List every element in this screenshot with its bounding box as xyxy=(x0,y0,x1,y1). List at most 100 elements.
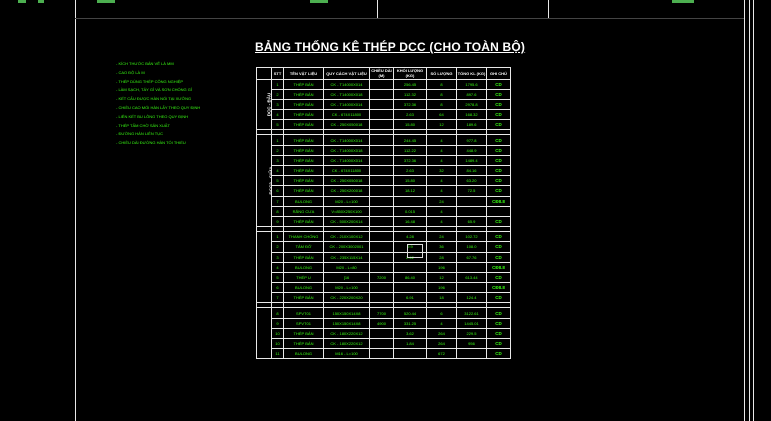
table-row: 4 THÉP BẢN CK - 674X11800 2.63 64 168.32 CD xyxy=(257,109,511,121)
table-cell: 67.76 xyxy=(456,251,487,263)
header-cell: CHIỀU DÀI (M) xyxy=(369,67,394,80)
table-row: 10 THÉP BẢN CK - 180X220X12 3.62 264 229.5 CD xyxy=(257,327,511,340)
table-cell xyxy=(369,195,394,207)
table-cell xyxy=(393,282,427,294)
table-cell: 331.25 xyxy=(393,317,427,329)
table-cell xyxy=(369,109,394,121)
table-cell: 18 xyxy=(426,292,457,304)
table-cell: 63.20 xyxy=(456,175,487,187)
table-cell: 8 xyxy=(271,307,284,319)
group-label: NẸP & LIÊN KẾT xyxy=(256,307,272,360)
table-cell: 28 xyxy=(426,251,457,263)
table-cell: 189.6 xyxy=(456,119,487,131)
table-cell: THÉP BẢN xyxy=(283,164,324,177)
table-cell: THÉP BẢN xyxy=(283,109,324,121)
table-cell: 448.9 xyxy=(456,144,487,156)
table-cell: CD xyxy=(486,144,511,156)
ruler-tick xyxy=(97,0,115,3)
table-cell: CK - 674X11800 xyxy=(323,109,370,121)
table-row: 3 THÉP BẢN CK - T14000X014 372.36 4 1489.4 CD xyxy=(257,154,511,167)
table-cell: 6 xyxy=(271,185,284,197)
table-cell: 15.80 xyxy=(393,119,427,131)
table-cell: CD xyxy=(486,292,511,304)
table-cell: 4 xyxy=(271,261,284,273)
table-cell: 1 xyxy=(271,78,284,90)
table-cell: 4 xyxy=(426,215,457,228)
table-cell xyxy=(456,282,487,294)
table-cell: 86.40 xyxy=(393,271,427,284)
header-cell: SỐ LƯỢNG xyxy=(426,67,457,80)
table-row: 6 BULONG M20 - L=100 196 CĐ8.8 xyxy=(257,282,511,294)
note-line: - KẾT CẤU ĐƯỢC HÀN NỐI TẠI XƯỞNG xyxy=(116,96,192,102)
table-cell: CK - T14000X014 xyxy=(323,98,370,111)
table-cell: 3.62 xyxy=(393,327,427,340)
drawing-title: BẢNG THỐNG KÊ THÉP DCC (CHO TOÀN BỘ) xyxy=(255,40,526,54)
general-notes: - KÍCH THƯỚC BẢN VẼ LÀ MM - CAO ĐỘ LÀ M - … xyxy=(116,60,236,148)
table-cell: 11 xyxy=(271,348,284,360)
table-cell: CD xyxy=(486,327,511,340)
table-cell: 24 xyxy=(426,195,457,207)
table-cell: 7 xyxy=(271,195,284,207)
table-cell: 10 xyxy=(271,327,284,340)
table-cell: 4 xyxy=(426,205,457,217)
table-cell: CK - 500X200X14 xyxy=(323,215,370,228)
table-cell: CD xyxy=(486,164,511,177)
table-cell: THÉP BẢN xyxy=(283,134,324,146)
table-cell: 2 xyxy=(271,88,284,100)
table-row: 10 THÉP BẢN CK - 180X220X12 1.84 264 956 CD xyxy=(257,337,511,350)
table-cell: 956 xyxy=(456,337,487,350)
table-cell: 372.36 xyxy=(393,154,427,167)
table-cell: CD xyxy=(486,307,511,319)
group-label: DCC2 - GIỮA xyxy=(256,134,272,228)
table-row: 3 THÉP BẢN CK - 235X115X14 2.42 28 67.76 CD xyxy=(257,251,511,263)
table-cell: 84.16 xyxy=(456,164,487,177)
table-cell: 10 xyxy=(271,337,284,350)
table-cell: 264 xyxy=(426,327,457,340)
table-cell: 65.9 xyxy=(456,215,487,228)
table-cell xyxy=(369,282,394,294)
table-cell xyxy=(369,292,394,304)
note-line: - ĐƯỜNG HÀN LIÊN TỤC xyxy=(116,131,163,137)
table-cell xyxy=(369,134,394,146)
table-cell: CK - T14000X014 xyxy=(323,154,370,167)
table-cell: 6.91 xyxy=(393,292,427,304)
table-cell xyxy=(369,251,394,263)
note-line: - LÀM SẠCH, TẨY GỈ VÀ SƠN CHỐNG GỈ xyxy=(116,87,192,93)
table-cell: THÉP BẢN xyxy=(283,251,324,263)
table-cell: 4 xyxy=(426,154,457,167)
table-cell: 897.6 xyxy=(456,88,487,100)
table-cell: RĂNG CƯA xyxy=(283,205,324,217)
table-row: LẮP DCC GỐI ĐỠ1THANH CHỐNGCK - 210X100X1… xyxy=(256,231,511,304)
header-cell: STT xyxy=(271,67,284,80)
table-cell: 264 xyxy=(426,337,457,350)
table-cell: THÉP BẢN xyxy=(283,78,324,90)
note-line: - THÉP DÙNG THÉP CÔNG NGHIỆP xyxy=(116,78,184,84)
table-cell: CK - 180X220X12 xyxy=(323,327,370,340)
table-cell: THÉP BẢN xyxy=(283,215,324,228)
ruler-tick xyxy=(18,0,26,3)
table-cell: 24 xyxy=(426,231,457,243)
header-cell: GHI CHÚ xyxy=(486,67,511,80)
table-cell xyxy=(369,337,394,350)
table-cell: 3 xyxy=(271,251,284,263)
table-cell: 3 xyxy=(271,154,284,167)
table-cell xyxy=(369,175,394,187)
table-cell: CK - T14000X014 xyxy=(323,78,370,90)
table-cell: 977.8 xyxy=(456,134,487,146)
table-cell: 196 xyxy=(426,282,457,294)
table-cell: 102.72 xyxy=(456,231,487,243)
table-cell: 1795.6 xyxy=(456,78,487,90)
ruler-tick xyxy=(672,0,694,3)
table-cell xyxy=(369,88,394,100)
table-cell: CD xyxy=(486,231,511,243)
table-cell xyxy=(393,261,427,273)
table-cell: 4 xyxy=(426,175,457,187)
table-cell: 1445.01 xyxy=(456,317,487,329)
table-row: 7 BULONG M20 - L=100 24 CĐ8.8 xyxy=(257,195,511,207)
table-row: 2 TÂM ĐỠ CK - 200X3002001 9.9 36 108.0 CD xyxy=(257,241,511,253)
table-cell: 4900 xyxy=(369,317,394,329)
table-cell: CD xyxy=(486,154,511,167)
table-cell: CD xyxy=(486,88,511,100)
table-cell: CK - 674X11800 xyxy=(323,164,370,177)
table-cell xyxy=(393,348,427,360)
